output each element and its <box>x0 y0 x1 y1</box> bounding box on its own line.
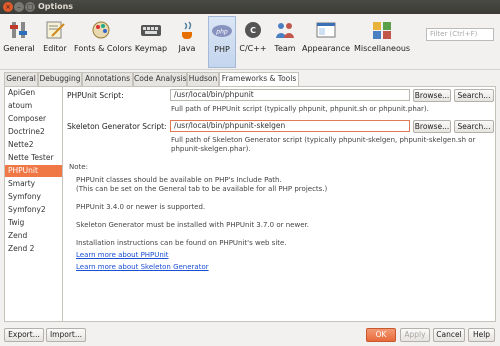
list-item[interactable]: Twig <box>5 217 62 229</box>
learn-more-skeleton-link[interactable]: Learn more about Skeleton Generator <box>76 263 209 271</box>
miscellaneous-icon <box>373 22 391 39</box>
toolbar-java[interactable]: Java <box>172 16 202 68</box>
note-installation: Installation instructions can be found o… <box>76 239 287 247</box>
list-item[interactable]: Symfony2 <box>5 204 62 216</box>
tab-frameworks-tools[interactable]: Frameworks & Tools <box>219 72 299 87</box>
list-item[interactable]: Doctrine2 <box>5 126 62 138</box>
window-title: Options <box>38 2 74 11</box>
filter-input[interactable]: Filter (Ctrl+F) <box>426 28 494 41</box>
list-item[interactable]: Nette2 <box>5 139 62 151</box>
phpunit-script-label: PHPUnit Script: <box>67 91 124 100</box>
options-toolbar: General Editor Fonts & Colors Keymap Jav… <box>0 14 500 70</box>
phpunit-script-input[interactable]: /usr/local/bin/phpunit <box>170 89 410 101</box>
phpunit-browse-button[interactable]: Browse... <box>413 89 451 102</box>
keymap-icon <box>141 25 161 36</box>
maximize-icon[interactable]: □ <box>25 2 35 12</box>
team-icon <box>276 23 294 38</box>
cancel-button[interactable]: Cancel <box>433 328 465 342</box>
phpunit-script-hint: Full path of PHPUnit script (typically p… <box>171 105 429 113</box>
skeleton-generator-hint-2: phpunit-skelgen.phar). <box>171 145 251 153</box>
php-icon: php <box>212 25 232 37</box>
tab-general[interactable]: General <box>4 72 38 86</box>
java-icon <box>182 21 192 39</box>
skeleton-search-button[interactable]: Search... <box>454 120 494 133</box>
toolbar-cpp[interactable]: C C/C++ <box>238 16 268 68</box>
skeleton-generator-label: Skeleton Generator Script: <box>67 122 167 131</box>
toolbar-general[interactable]: General <box>2 16 36 68</box>
help-button[interactable]: Help <box>468 328 495 342</box>
toolbar-miscellaneous[interactable]: Miscellaneous <box>354 16 410 68</box>
toolbar-team[interactable]: Team <box>270 16 300 68</box>
list-item[interactable]: atoum <box>5 100 62 112</box>
note-general-tab: (This can be set on the General tab to b… <box>76 185 328 193</box>
note-title: Note: <box>69 163 88 171</box>
frameworks-list[interactable]: ApiGen atoum Composer Doctrine2 Nette2 N… <box>5 87 63 321</box>
tab-hudson[interactable]: Hudson <box>187 72 219 86</box>
tab-debugging[interactable]: Debugging <box>38 72 82 86</box>
tab-annotations[interactable]: Annotations <box>82 72 133 86</box>
toolbar-fonts-colors[interactable]: Fonts & Colors <box>74 16 132 68</box>
note-skeleton-version: Skeleton Generator must be installed wit… <box>76 221 309 229</box>
ok-button[interactable]: OK <box>366 328 396 342</box>
toolbar-keymap[interactable]: Keymap <box>134 16 168 68</box>
svg-text:C: C <box>250 26 256 35</box>
toolbar-editor[interactable]: Editor <box>39 16 71 68</box>
skeleton-generator-hint-1: Full path of Skeleton Generator script (… <box>171 136 476 144</box>
close-icon[interactable]: × <box>3 2 13 12</box>
editor-icon <box>46 21 65 39</box>
note-include-path: PHPUnit classes should be available on P… <box>76 176 282 184</box>
list-item[interactable]: ApiGen <box>5 87 62 99</box>
toolbar-appearance[interactable]: Appearance <box>302 16 350 68</box>
import-button[interactable]: Import... <box>46 328 86 342</box>
list-item-selected[interactable]: PHPUnit <box>5 165 62 177</box>
general-icon <box>10 22 27 38</box>
tab-content: ApiGen atoum Composer Doctrine2 Nette2 N… <box>4 86 496 322</box>
export-button[interactable]: Export... <box>4 328 44 342</box>
svg-text:php: php <box>215 29 228 36</box>
list-item[interactable]: Zend 2 <box>5 243 62 255</box>
minimize-icon[interactable]: – <box>14 2 24 12</box>
list-item[interactable]: Composer <box>5 113 62 125</box>
skeleton-browse-button[interactable]: Browse... <box>413 120 451 133</box>
fonts-colors-icon <box>92 21 110 39</box>
list-item[interactable]: Zend <box>5 230 62 242</box>
list-item[interactable]: Nette Tester <box>5 152 62 164</box>
toolbar-php[interactable]: php PHP <box>208 16 236 68</box>
title-bar: × – □ Options <box>0 0 500 14</box>
learn-more-phpunit-link[interactable]: Learn more about PHPUnit <box>76 251 169 259</box>
tab-code-analysis[interactable]: Code Analysis <box>133 72 187 86</box>
list-item[interactable]: Smarty <box>5 178 62 190</box>
list-item[interactable]: Symfony <box>5 191 62 203</box>
phpunit-search-button[interactable]: Search... <box>454 89 494 102</box>
cpp-icon: C <box>245 22 261 38</box>
note-version: PHPUnit 3.4.0 or newer is supported. <box>76 203 206 211</box>
appearance-icon <box>316 22 336 38</box>
skeleton-generator-input[interactable]: /usr/local/bin/phpunit-skelgen <box>170 120 410 132</box>
apply-button[interactable]: Apply <box>400 328 430 342</box>
